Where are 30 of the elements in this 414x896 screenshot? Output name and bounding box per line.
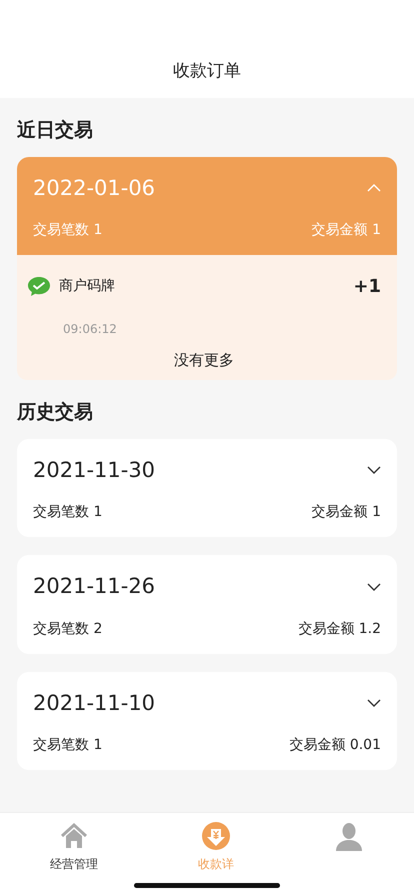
section-heading: 近日交易 [17, 118, 94, 143]
amount-label: 交易金额 1 [312, 503, 381, 522]
section-heading: 历史交易 [17, 400, 94, 425]
tab-item[interactable]: 经营管理 [0, 821, 148, 896]
day-card[interactable]: 2021-11-30 交易笔数 1 交易金额 1 [17, 438, 397, 537]
count-label: 交易笔数 2 [33, 620, 102, 638]
date-text: 2022-01-06 [33, 174, 156, 202]
date-text: 2021-11-26 [33, 573, 156, 600]
no-more-text: 没有更多 [174, 351, 234, 369]
day-card[interactable]: 2021-11-26 交易笔数 2 交易金额 1.2 [17, 555, 397, 654]
transaction-name: 商户码牌 [59, 277, 115, 296]
download-coin-icon [201, 821, 231, 851]
transaction-time: 09:06:12 [63, 322, 117, 336]
home-icon [59, 821, 89, 851]
person-icon [334, 821, 364, 851]
count-label: 交易笔数 1 [33, 736, 102, 755]
count-label: 交易笔数 1 [33, 503, 102, 522]
transaction-amount: +1 [353, 275, 381, 299]
chevron-down-icon[interactable] [367, 582, 381, 592]
chevron-down-icon[interactable] [367, 698, 381, 708]
date-text: 2021-11-10 [33, 690, 156, 716]
amount-label: 交易金额 1 [312, 221, 381, 240]
date-text: 2021-11-30 [33, 456, 156, 484]
count-label: 交易笔数 1 [33, 221, 102, 240]
chevron-down-icon[interactable] [367, 465, 381, 476]
page-title: 收款订单 [173, 60, 241, 82]
amount-label: 交易金额 0.01 [289, 736, 381, 755]
amount-label: 交易金额 1.2 [298, 620, 381, 638]
day-card[interactable]: 2021-11-10 交易笔数 1 交易金额 0.01 [17, 672, 397, 770]
chat-bubble-icon [27, 276, 51, 298]
